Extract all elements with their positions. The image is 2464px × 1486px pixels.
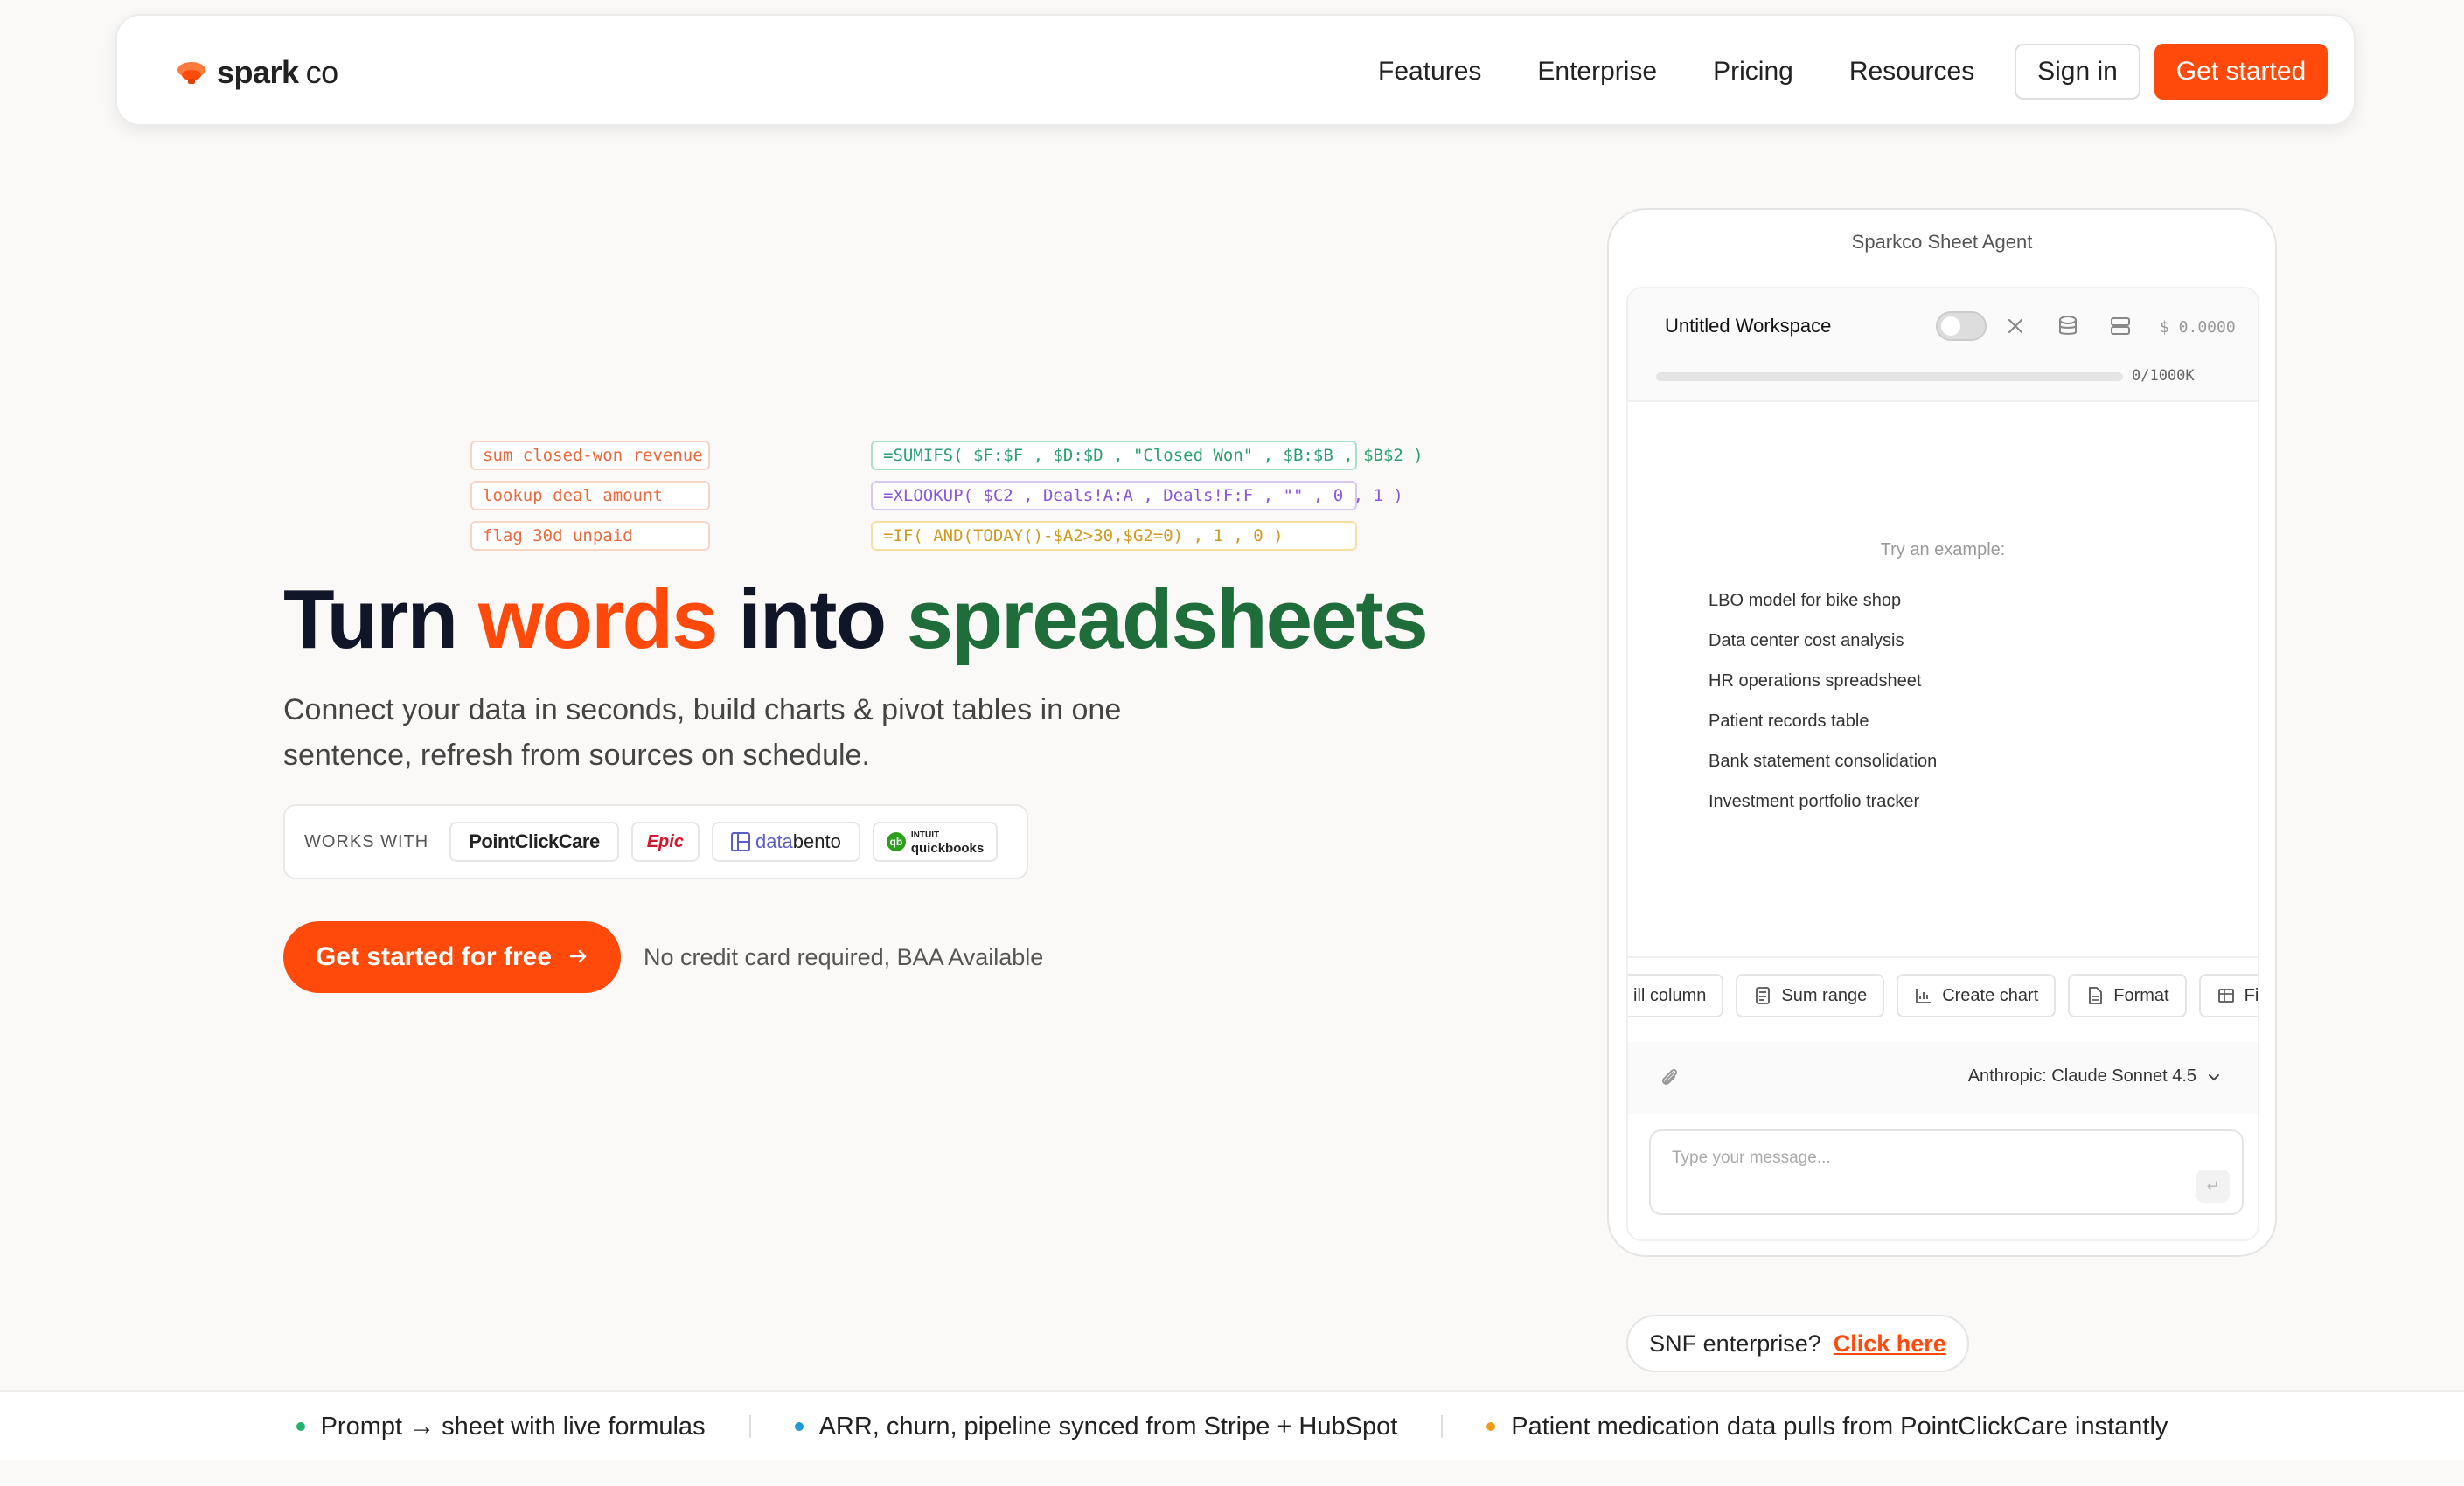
fill-column-button[interactable]: ill column — [1628, 974, 1724, 1017]
separator — [748, 1415, 751, 1438]
example-list: LBO model for bike shop Data center cost… — [1709, 591, 1937, 832]
sheet-agent-panel: Sparkco Sheet Agent Untitled Workspace $… — [1607, 208, 2277, 1257]
bullet-dot-icon — [794, 1422, 804, 1431]
prompt-chip: lookup deal amount — [470, 481, 710, 510]
paperclip-icon[interactable] — [1656, 1065, 1682, 1091]
fill-button[interactable]: Fill — [2198, 974, 2258, 1017]
quickbooks-icon: qb — [886, 832, 906, 851]
get-started-button[interactable]: Get started — [2154, 44, 2328, 100]
toggle-knob — [1941, 316, 1960, 336]
hero-subtitle: Connect your data in seconds, build char… — [283, 693, 1122, 772]
divider — [1628, 956, 2258, 958]
workspace-header: Untitled Workspace $ 0.0000 0/1000K — [1628, 288, 2258, 402]
table-icon — [2217, 989, 2234, 1003]
chart-icon — [1916, 989, 1932, 1003]
calculator-icon — [1756, 987, 1771, 1004]
token-usage-label: 0/1000K — [2132, 367, 2195, 385]
workspace-toggle[interactable] — [1936, 311, 1987, 341]
pointclickcare-logo: PointClickCare — [449, 822, 619, 862]
formula-chip: =XLOOKUP( $C2 , Deals!A:A , Deals!F:F , … — [871, 481, 1403, 510]
feature-item: ARR, churn, pipeline synced from Stripe … — [794, 1413, 1397, 1441]
nav-link-enterprise[interactable]: Enterprise — [1537, 57, 1657, 87]
bullet-dot-icon — [296, 1422, 305, 1431]
cost-readout: $ 0.0000 — [2160, 318, 2236, 337]
example-item[interactable]: Bank statement consolidation — [1709, 752, 1937, 792]
top-nav: spark co Features Enterprise Pricing Reso… — [115, 14, 2356, 126]
snf-click-here-link[interactable]: Click here — [1834, 1330, 1946, 1358]
sum-range-button[interactable]: Sum range — [1736, 974, 1885, 1017]
example-item[interactable]: HR operations spreadsheet — [1709, 671, 1937, 712]
token-usage-bar — [1656, 372, 2123, 381]
example-item[interactable]: LBO model for bike shop — [1709, 591, 1937, 631]
server-icon[interactable] — [2107, 313, 2133, 339]
prompt-chip: flag 30d unpaid — [470, 521, 710, 551]
example-item[interactable]: Investment portfolio tracker — [1709, 792, 1937, 832]
sign-in-button[interactable]: Sign in — [2015, 44, 2140, 100]
chevron-down-icon — [2209, 1073, 2219, 1080]
quickbooks-logo: qb INTUIT quickbooks — [872, 822, 999, 862]
format-button[interactable]: Format — [2068, 974, 2187, 1017]
prompt-chip: sum closed-won revenue — [470, 441, 710, 470]
model-selector[interactable]: Anthropic: Claude Sonnet 4.5 — [1968, 1066, 2221, 1087]
brand-name: spark co — [217, 54, 338, 90]
cta-note: No credit card required, BAA Available — [644, 944, 1044, 970]
separator — [1441, 1415, 1444, 1438]
brand-logo[interactable]: spark co — [177, 54, 338, 91]
example-item[interactable]: Data center cost analysis — [1709, 631, 1937, 671]
document-icon — [2089, 987, 2103, 1004]
arrow-right-icon — [569, 942, 588, 972]
create-chart-button[interactable]: Create chart — [1897, 974, 2057, 1017]
formula-chip: =SUMIFS( $F:$F , $D:$D , "Closed Won" , … — [871, 441, 1423, 470]
send-icon[interactable]: ↵ — [2196, 1170, 2230, 1203]
nav-link-features[interactable]: Features — [1378, 57, 1481, 87]
snf-label: SNF enterprise? — [1649, 1330, 1821, 1357]
panel-title: Sparkco Sheet Agent — [1851, 231, 2033, 253]
nav-links: Features Enterprise Pricing Resources — [1378, 16, 1974, 128]
snf-enterprise-banner: SNF enterprise? Click here — [1626, 1315, 1969, 1372]
nav-link-resources[interactable]: Resources — [1849, 57, 1974, 87]
get-started-free-button[interactable]: Get started for free — [283, 921, 621, 993]
formula-chip: =IF( AND(TODAY()-$A2>30,$G2=0) , 1 , 0 ) — [871, 521, 1357, 551]
quick-actions: ill column Sum range Create chart Format… — [1628, 974, 2258, 1017]
feature-item: Patient medication data pulls from Point… — [1486, 1413, 2168, 1441]
databento-icon — [730, 832, 750, 851]
works-with-bar: WORKS WITH PointClickCare Epic data bento… — [283, 804, 1028, 879]
hero-title: Turn words into spreadsheets — [283, 573, 1429, 666]
works-with-label: WORKS WITH — [304, 831, 429, 851]
databento-logo: data bento — [711, 822, 860, 862]
bullet-dot-icon — [1486, 1422, 1496, 1431]
workspace-card: Untitled Workspace $ 0.0000 0/1000K Try … — [1626, 287, 2259, 1241]
database-icon[interactable] — [2055, 313, 2081, 339]
example-item[interactable]: Patient records table — [1709, 712, 1937, 752]
close-icon[interactable] — [2002, 313, 2029, 339]
message-placeholder: Type your message... — [1672, 1149, 1831, 1167]
epic-logo: Epic — [630, 822, 700, 862]
spark-logo-icon — [177, 59, 206, 86]
try-example-label: Try an example: — [1880, 540, 2006, 559]
model-row: Anthropic: Claude Sonnet 4.5 — [1628, 1042, 2258, 1114]
feature-item: Prompt → sheet with live formulas — [296, 1413, 706, 1441]
nav-link-pricing[interactable]: Pricing — [1713, 57, 1793, 87]
message-input[interactable]: Type your message... ↵ — [1649, 1129, 2244, 1215]
workspace-title[interactable]: Untitled Workspace — [1665, 315, 1831, 337]
feature-strip: Prompt → sheet with live formulas ARR, c… — [0, 1390, 2464, 1460]
